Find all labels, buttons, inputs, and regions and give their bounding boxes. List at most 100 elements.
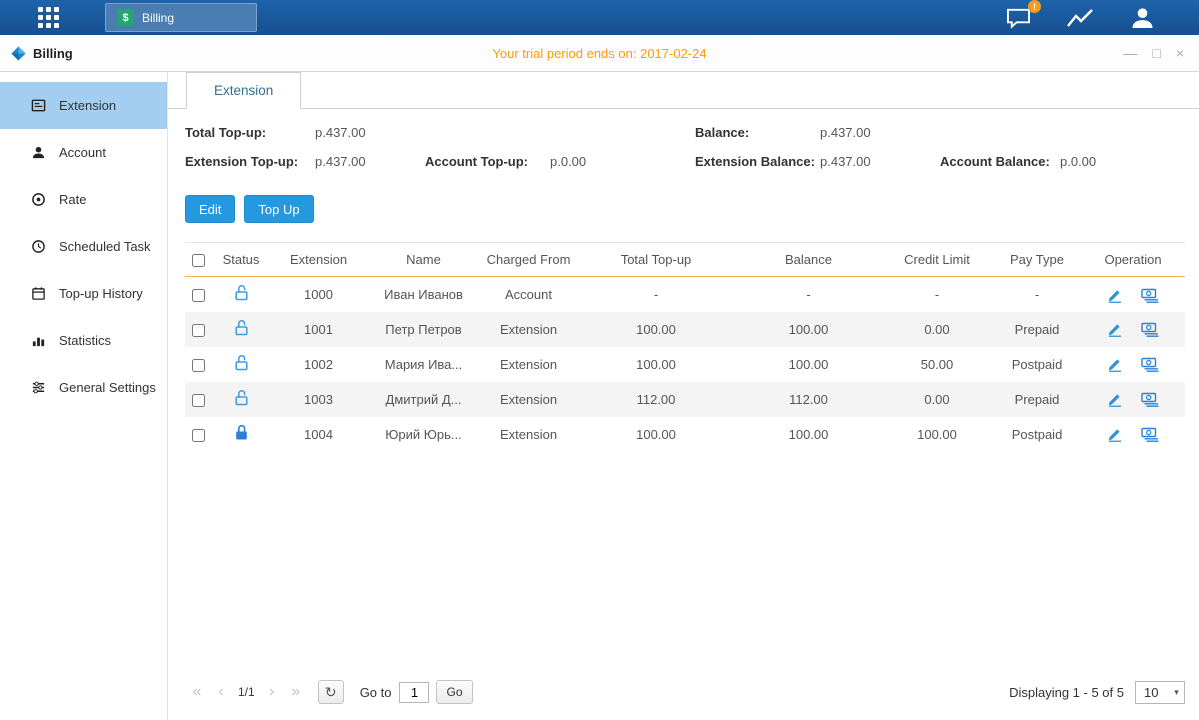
cell-name: Дмитрий Д... [366, 382, 481, 417]
topbar: $ Billing ! [0, 0, 1199, 35]
edit-icon[interactable] [1107, 391, 1123, 407]
user-account-icon[interactable] [1130, 6, 1155, 29]
header-checkbox-cell [185, 243, 211, 277]
person-icon [1130, 6, 1155, 29]
cell-charged-from: Account [481, 277, 576, 312]
next-page-button[interactable]: › [260, 683, 284, 701]
edit-icon[interactable] [1107, 426, 1123, 442]
statistics-chart-icon[interactable] [1066, 7, 1096, 29]
summary-value: p.0.00 [1060, 154, 1096, 169]
sidebar-item-label: Rate [59, 192, 86, 207]
top-up-button[interactable]: Top Up [244, 195, 313, 223]
sidebar-item-account[interactable]: Account [0, 129, 167, 176]
table-row[interactable]: 1003 Дмитрий Д... Extension 112.00 112.0… [185, 382, 1185, 417]
top-up-money-icon[interactable] [1141, 391, 1159, 407]
top-up-money-icon[interactable] [1141, 356, 1159, 372]
cell-operation [1081, 382, 1185, 417]
edit-icon[interactable] [1107, 287, 1123, 303]
row-checkbox[interactable] [192, 289, 205, 302]
goto-page-input[interactable] [399, 682, 429, 703]
select-all-checkbox[interactable] [192, 254, 205, 267]
sidebar-item-label: Extension [59, 98, 116, 113]
table-row[interactable]: 1001 Петр Петров Extension 100.00 100.00… [185, 312, 1185, 347]
summary-label: Extension Balance: [695, 154, 820, 169]
edit-icon[interactable] [1107, 321, 1123, 337]
summary-label: Balance: [695, 125, 820, 140]
sidebar-item-statistics[interactable]: Statistics [0, 317, 167, 364]
messages-icon[interactable]: ! [1005, 6, 1032, 29]
first-page-button[interactable]: « [185, 683, 209, 701]
cell-charged-from: Extension [481, 417, 576, 452]
sidebar-item-rate[interactable]: Rate [0, 176, 167, 223]
cell-credit-limit: - [881, 277, 993, 312]
summary-row-1: Total Top-up: p.437.00 Balance: p.437.00 [185, 125, 1185, 140]
sidebar-item-label: Statistics [59, 333, 111, 348]
cell-operation [1081, 417, 1185, 452]
page-size-select[interactable]: 10 ▾ [1135, 681, 1185, 704]
bar-chart-icon [30, 333, 46, 348]
table-row[interactable]: 1004 Юрий Юрь... Extension 100.00 100.00… [185, 417, 1185, 452]
edit-icon[interactable] [1107, 356, 1123, 372]
status-lock-icon [234, 389, 249, 406]
action-buttons: Edit Top Up [185, 195, 1185, 223]
billing-diamond-icon [11, 46, 26, 61]
app-brand: Billing [11, 46, 73, 61]
refresh-button[interactable]: ↻ [318, 680, 344, 704]
top-up-money-icon[interactable] [1141, 426, 1159, 442]
go-button[interactable]: Go [436, 680, 472, 704]
apps-grid-icon[interactable] [38, 7, 59, 28]
cell-extension: 1000 [271, 277, 366, 312]
cell-extension: 1001 [271, 312, 366, 347]
cell-credit-limit: 100.00 [881, 417, 993, 452]
sidebar-item-extension[interactable]: Extension [0, 82, 167, 129]
cell-extension: 1003 [271, 382, 366, 417]
clock-icon [30, 239, 46, 254]
cell-name: Петр Петров [366, 312, 481, 347]
row-checkbox[interactable] [192, 429, 205, 442]
top-up-money-icon[interactable] [1141, 321, 1159, 337]
cell-balance: 100.00 [736, 312, 881, 347]
cell-checkbox [185, 347, 211, 382]
cell-operation [1081, 277, 1185, 312]
trial-notice: Your trial period ends on: 2017-02-24 [492, 46, 706, 61]
calendar-icon [30, 286, 46, 301]
displaying-text: Displaying 1 - 5 of 5 [1009, 685, 1124, 700]
row-checkbox[interactable] [192, 324, 205, 337]
table-row[interactable]: 1000 Иван Иванов Account - - - - [185, 277, 1185, 312]
close-icon[interactable]: × [1176, 46, 1184, 60]
cell-balance: 100.00 [736, 347, 881, 382]
column-header-total-topup: Total Top-up [576, 243, 736, 277]
top-up-money-icon[interactable] [1141, 287, 1159, 303]
sidebar-item-topup-history[interactable]: Top-up History [0, 270, 167, 317]
sidebar-item-general-settings[interactable]: General Settings [0, 364, 167, 411]
minimize-icon[interactable]: — [1123, 46, 1137, 60]
edit-button[interactable]: Edit [185, 195, 235, 223]
window-body: Extension Account Rate Scheduled Task [0, 72, 1199, 720]
cell-credit-limit: 0.00 [881, 312, 993, 347]
cell-charged-from: Extension [481, 347, 576, 382]
cell-balance: 100.00 [736, 417, 881, 452]
cell-status [211, 277, 271, 312]
extension-icon [30, 98, 46, 113]
last-page-button[interactable]: » [284, 683, 308, 701]
row-checkbox[interactable] [192, 359, 205, 372]
table-header-row: Status Extension Name Charged From Total… [185, 243, 1185, 277]
maximize-icon[interactable]: □ [1152, 46, 1160, 60]
summary-label: Account Balance: [940, 154, 1060, 169]
billing-app-tab[interactable]: $ Billing [105, 3, 257, 32]
table-row[interactable]: 1002 Мария Ива... Extension 100.00 100.0… [185, 347, 1185, 382]
cell-extension: 1004 [271, 417, 366, 452]
sidebar-item-label: Top-up History [59, 286, 143, 301]
tabstrip: Extension [168, 72, 1199, 109]
page-size-value: 10 [1136, 685, 1169, 700]
cell-total-topup: 100.00 [576, 312, 736, 347]
rate-icon [30, 192, 46, 207]
chevron-down-icon: ▾ [1169, 687, 1184, 698]
row-checkbox[interactable] [192, 394, 205, 407]
prev-page-button[interactable]: ‹ [209, 683, 233, 701]
summary-value: p.437.00 [820, 154, 940, 169]
tab-extension[interactable]: Extension [186, 72, 301, 109]
page-indicator: 1/1 [238, 685, 255, 699]
sidebar-item-scheduled-task[interactable]: Scheduled Task [0, 223, 167, 270]
cell-name: Мария Ива... [366, 347, 481, 382]
